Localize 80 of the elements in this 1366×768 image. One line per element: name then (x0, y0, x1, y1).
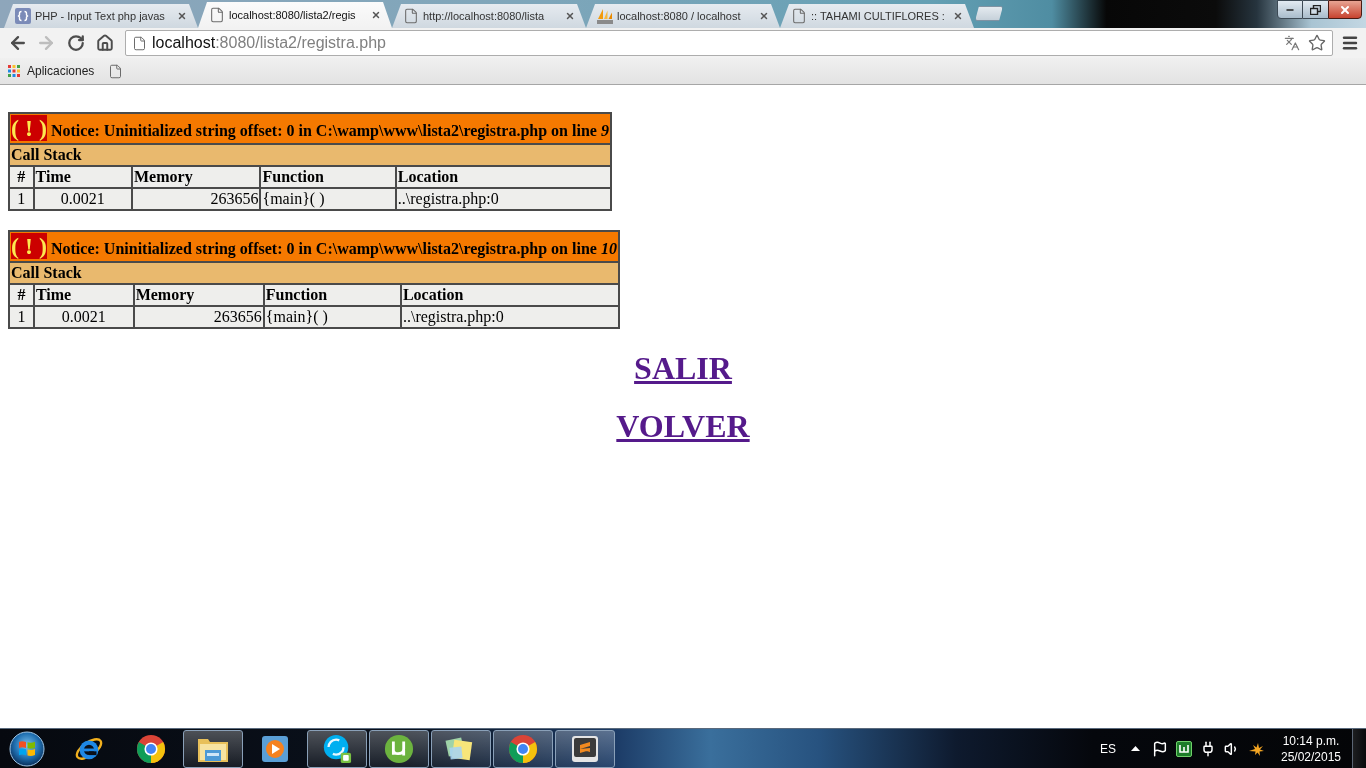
reload-icon[interactable] (67, 34, 85, 52)
table-cell: {main}( ) (260, 188, 396, 210)
table-cell: 1 (9, 306, 34, 328)
plug-icon[interactable] (1200, 740, 1216, 757)
column-header: Function (260, 166, 396, 188)
page-link[interactable]: SALIR (634, 350, 732, 386)
browser-tab[interactable]: :: TAHAMI CULTIFLORES : (780, 4, 974, 28)
close-icon[interactable] (565, 11, 575, 21)
browser-tab[interactable]: PHP - Input Text php javas (4, 4, 198, 28)
taskbar-button[interactable] (369, 729, 429, 768)
column-header: Time (33, 284, 134, 306)
orb-icon (9, 730, 45, 767)
close-window-button[interactable] (1328, 0, 1362, 19)
menu-icon[interactable] (1341, 34, 1359, 52)
star-icon[interactable] (1308, 34, 1326, 52)
column-header: Time (33, 166, 132, 188)
taskbar-button[interactable] (493, 729, 553, 768)
language-indicator[interactable]: ES (1100, 739, 1116, 758)
editor-logo-icon (571, 734, 599, 763)
page-icon (791, 8, 807, 24)
restore-icon (1310, 4, 1321, 15)
column-header: # (9, 284, 34, 306)
close-icon[interactable] (759, 11, 769, 21)
close-icon[interactable] (177, 11, 187, 21)
table-cell: 0.0021 (33, 188, 132, 210)
error-badge: ( ! ) (11, 233, 47, 259)
browser-tab[interactable]: localhost:8080 / localhost (586, 4, 780, 28)
taskbar-button[interactable] (431, 729, 491, 768)
column-header: # (9, 166, 34, 188)
up-arrow-icon[interactable] (1131, 746, 1140, 751)
new-tab-button[interactable] (975, 6, 1003, 21)
browser-tab[interactable]: http://localhost:8080/lista (392, 4, 586, 28)
square-logo-icon[interactable] (1176, 740, 1192, 757)
address-field[interactable]: localhost:8080/lista2/registra.php (125, 30, 1333, 56)
apps-bookmark[interactable]: Aplicaciones (8, 62, 95, 80)
column-header: Location (400, 284, 619, 306)
clock-button[interactable]: 10:14 p.m. 25/02/2015 (1272, 732, 1350, 765)
table-cell: {main}( ) (263, 306, 401, 328)
browser-tab[interactable]: localhost:8080/lista2/regis (198, 2, 392, 28)
circle-logo-icon (384, 733, 414, 764)
taskbar-button[interactable] (555, 729, 615, 768)
page-icon (403, 8, 419, 24)
column-header: Function (263, 284, 401, 306)
column-header: Location (395, 166, 611, 188)
close-icon[interactable] (953, 11, 963, 21)
show-desktop-button[interactable] (1352, 729, 1366, 768)
column-header: Memory (133, 284, 264, 306)
back-arrow-icon[interactable] (8, 33, 28, 53)
table-cell: ..\registra.php:0 (400, 306, 619, 328)
page-icon (209, 7, 225, 23)
sail-logo-icon (597, 8, 613, 24)
close-icon[interactable] (371, 10, 381, 20)
page-link[interactable]: VOLVER (616, 408, 750, 444)
table-cell: 0.0021 (33, 306, 134, 328)
home-icon[interactable] (96, 34, 114, 52)
table-cell: 263656 (133, 306, 264, 328)
restore-button[interactable] (1303, 0, 1328, 19)
notice-message: Notice: Uninitialized string offset: 0 in C:\wamp\www\lista2\registra.php on line 9 (51, 122, 609, 139)
table-cell: 1 (9, 188, 34, 210)
table-cell: 263656 (132, 188, 261, 210)
translate-icon[interactable] (1284, 35, 1300, 51)
braces-icon (15, 8, 31, 24)
flag-icon[interactable] (1152, 740, 1168, 757)
play-icon (261, 734, 289, 763)
minimize-button[interactable] (1277, 0, 1303, 19)
taskbar-button[interactable] (183, 729, 243, 768)
circle-logo-icon (322, 733, 352, 764)
call-stack-title: Call Stack (9, 262, 619, 284)
browser-logo-icon (508, 733, 538, 764)
table-cell: ..\registra.php:0 (395, 188, 611, 210)
error-badge: ( ! ) (11, 115, 47, 141)
notice-message: Notice: Uninitialized string offset: 0 in C:\wamp\www\lista2\registra.php on line 10 (51, 240, 617, 257)
call-stack-title: Call Stack (9, 144, 611, 166)
taskbar-button[interactable] (307, 729, 367, 768)
page-icon (132, 35, 147, 51)
column-header: Memory (132, 166, 261, 188)
apps-grid-icon (8, 65, 20, 77)
close-icon (1339, 3, 1351, 16)
browser-logo-icon (136, 733, 166, 764)
page-icon[interactable] (108, 63, 124, 79)
